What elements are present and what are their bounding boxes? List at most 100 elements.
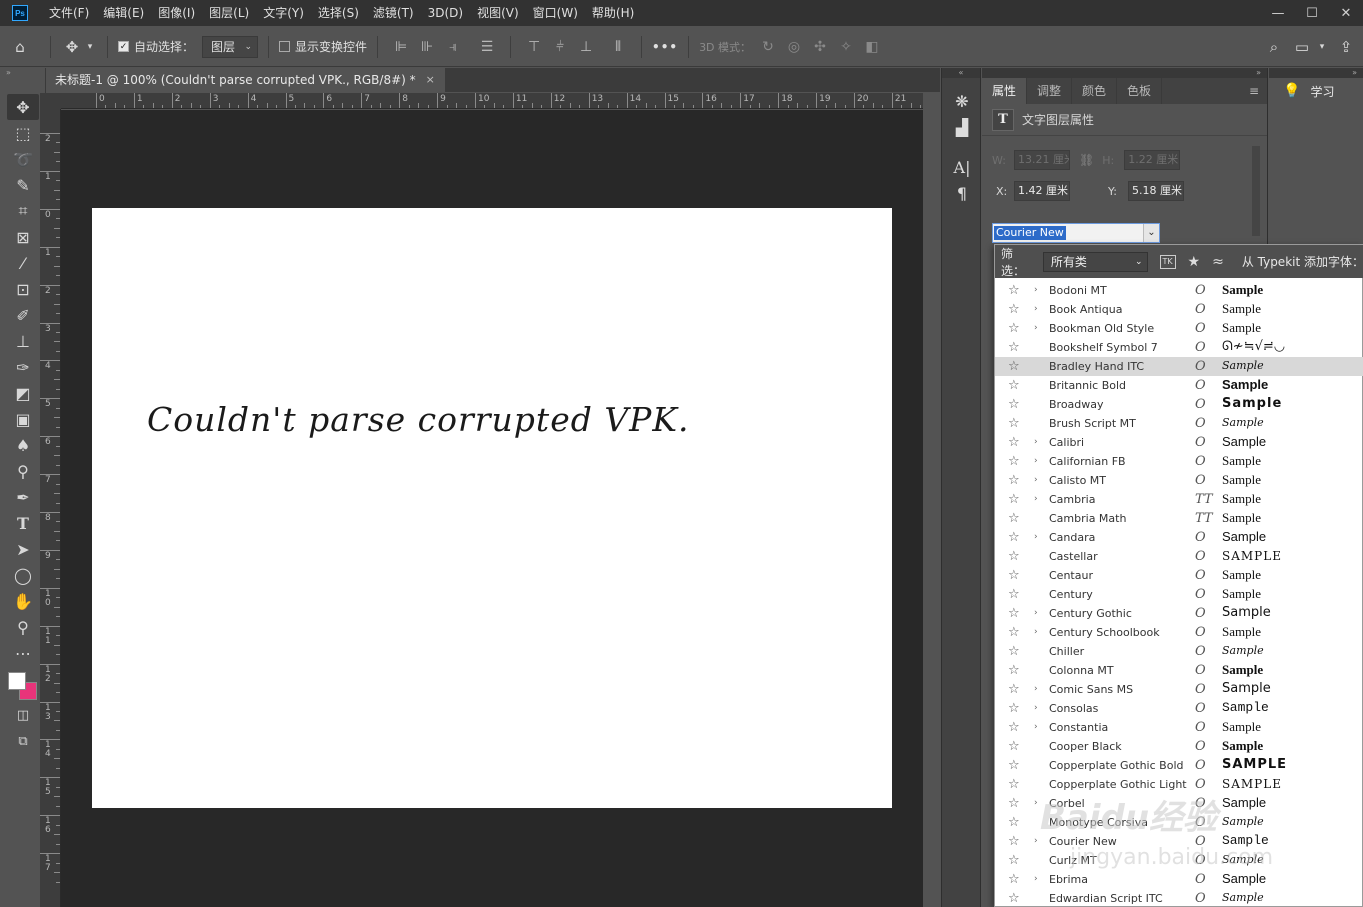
- collapse-icon[interactable]: »: [982, 68, 1267, 78]
- stamp-tool-icon[interactable]: ⊥: [7, 328, 39, 354]
- favorite-star-icon[interactable]: ☆: [1008, 302, 1020, 317]
- font-list-item[interactable]: ☆ › Ebrima O Sample: [995, 870, 1363, 889]
- favorite-star-icon[interactable]: ☆: [1008, 663, 1020, 678]
- font-list-item[interactable]: ☆ › Century Schoolbook O Sample: [995, 623, 1363, 642]
- favorite-star-icon[interactable]: ☆: [1008, 511, 1020, 526]
- favorite-star-icon[interactable]: ☆: [1008, 587, 1020, 602]
- menu-item-0[interactable]: 文件(F): [42, 0, 96, 26]
- history-brush-tool-icon[interactable]: ✑: [7, 354, 39, 380]
- auto-select-checkbox[interactable]: ✓ 自动选择：: [118, 38, 194, 55]
- learn-header[interactable]: 💡 学习: [1269, 78, 1363, 104]
- align-right-icon[interactable]: ⫣: [442, 36, 464, 58]
- tab-color[interactable]: 颜色: [1072, 78, 1118, 104]
- font-list-item[interactable]: ☆ › Bodoni MT O Sample: [995, 281, 1363, 300]
- document-tab[interactable]: 未标题-1 @ 100% (Couldn't parse corrupted V…: [47, 68, 445, 92]
- font-class-filter[interactable]: 所有类 ⌄: [1042, 251, 1148, 272]
- eraser-tool-icon[interactable]: ◩: [7, 380, 39, 406]
- align-top-icon[interactable]: ⊤: [523, 36, 545, 58]
- type-tool-icon[interactable]: T: [7, 510, 39, 536]
- font-list-item[interactable]: ☆ › Comic Sans MS O Sample: [995, 680, 1363, 699]
- menu-item-10[interactable]: 帮助(H): [585, 0, 641, 26]
- width-field[interactable]: 13.21 厘米: [1014, 150, 1070, 170]
- chevron-right-icon[interactable]: ›: [1034, 455, 1038, 468]
- favorite-star-icon[interactable]: ☆: [1008, 435, 1020, 450]
- ellipse-tool-icon[interactable]: ◯: [7, 562, 39, 588]
- maximize-button[interactable]: ☐: [1295, 0, 1329, 26]
- font-list-item[interactable]: ☆ › Bookman Old Style O Sample: [995, 319, 1363, 338]
- font-list-item[interactable]: ☆ Bradley Hand ITC O Sample: [995, 357, 1363, 376]
- favorite-star-icon[interactable]: ☆: [1008, 492, 1020, 507]
- favorite-star-icon[interactable]: ☆: [1008, 758, 1020, 773]
- collapse-icon[interactable]: »: [1269, 68, 1363, 78]
- favorite-star-icon[interactable]: ☆: [1008, 682, 1020, 697]
- favorite-star-icon[interactable]: ☆: [1008, 606, 1020, 621]
- chevron-right-icon[interactable]: ›: [1034, 436, 1038, 449]
- font-list-item[interactable]: ☆ Copperplate Gothic Bold O SAMPLE: [995, 756, 1363, 775]
- path-selection-tool-icon[interactable]: ➤: [7, 536, 39, 562]
- favorite-star-icon[interactable]: ☆: [1008, 454, 1020, 469]
- font-list-item[interactable]: ☆ Monotype Corsiva O Sample: [995, 813, 1363, 832]
- favorite-star-icon[interactable]: ☆: [1008, 283, 1020, 298]
- show-transform-checkbox[interactable]: 显示变换控件: [279, 38, 367, 55]
- favorite-star-icon[interactable]: ☆: [1008, 340, 1020, 355]
- brush-tool-icon[interactable]: ✐: [7, 302, 39, 328]
- font-list-item[interactable]: ☆ Edwardian Script ITC O Sample: [995, 889, 1363, 907]
- favorite-star-icon[interactable]: ☆: [1008, 416, 1020, 431]
- patch-tool-icon[interactable]: ⊡: [7, 276, 39, 302]
- move-tool-icon[interactable]: ✥: [7, 94, 39, 120]
- menu-item-1[interactable]: 编辑(E): [96, 0, 151, 26]
- font-list-item[interactable]: ☆ › Calibri O Sample: [995, 433, 1363, 452]
- favorite-star-icon[interactable]: ☆: [1008, 530, 1020, 545]
- quick-selection-tool-icon[interactable]: ✎: [7, 172, 39, 198]
- font-list-item[interactable]: ☆ Brush Script MT O Sample: [995, 414, 1363, 433]
- canvas-text-layer[interactable]: Couldn't parse corrupted VPK.: [147, 400, 690, 439]
- close-window-button[interactable]: ✕: [1329, 0, 1363, 26]
- properties-scrollbar[interactable]: [1252, 146, 1260, 236]
- font-list-item[interactable]: ☆ › Constantia O Sample: [995, 718, 1363, 737]
- font-list-item[interactable]: ☆ Bookshelf Symbol 7 O ᘏ≁≒√≓◡: [995, 338, 1363, 357]
- font-list-item[interactable]: ☆ › Century Gothic O Sample: [995, 604, 1363, 623]
- foreground-color-swatch[interactable]: [8, 672, 26, 690]
- menu-item-6[interactable]: 滤镜(T): [366, 0, 421, 26]
- histogram-icon[interactable]: ▟: [942, 114, 982, 140]
- crop-tool-icon[interactable]: ⌗: [7, 198, 39, 224]
- tab-swatches[interactable]: 色板: [1117, 78, 1163, 104]
- height-field[interactable]: 1.22 厘米: [1124, 150, 1181, 170]
- chevron-right-icon[interactable]: ›: [1034, 284, 1038, 297]
- favorite-star-icon[interactable]: ☆: [1008, 644, 1020, 659]
- chevron-right-icon[interactable]: ›: [1034, 835, 1038, 848]
- document-canvas[interactable]: Couldn't parse corrupted VPK.: [92, 208, 892, 808]
- link-icon[interactable]: ⛓: [1079, 153, 1094, 167]
- collapse-icon[interactable]: «: [942, 68, 980, 78]
- align-vertical-center-icon[interactable]: ⫩: [549, 36, 571, 58]
- chevron-right-icon[interactable]: ›: [1034, 626, 1038, 639]
- distribute-icon[interactable]: ☰: [476, 36, 498, 58]
- font-list-item[interactable]: ☆ Broadway O Sample: [995, 395, 1363, 414]
- align-bottom-icon[interactable]: ⊥: [575, 36, 597, 58]
- auto-select-target-dropdown[interactable]: 图层 ⌄: [202, 35, 259, 58]
- favorite-star-icon[interactable]: ☆: [1008, 891, 1020, 906]
- chevron-right-icon[interactable]: ›: [1034, 873, 1038, 886]
- align-left-icon[interactable]: ⊫: [390, 36, 412, 58]
- menu-item-9[interactable]: 窗口(W): [526, 0, 585, 26]
- tab-adjustments[interactable]: 调整: [1027, 78, 1073, 104]
- typekit-add-fonts-label[interactable]: 从 Typekit 添加字体：: [1242, 253, 1363, 270]
- checkbox-unchecked-icon[interactable]: [279, 41, 291, 52]
- chevron-right-icon[interactable]: ›: [1034, 322, 1038, 335]
- font-family-input[interactable]: Courier New ⌄: [992, 223, 1160, 243]
- font-list-item[interactable]: ☆ Castellar O SAMPLE: [995, 547, 1363, 566]
- x-field[interactable]: 1.42 厘米: [1014, 181, 1070, 201]
- blur-tool-icon[interactable]: ♠: [7, 432, 39, 458]
- minimize-button[interactable]: —: [1261, 0, 1295, 26]
- collapse-icon[interactable]: »: [0, 68, 45, 78]
- menu-item-2[interactable]: 图像(I): [151, 0, 202, 26]
- chevron-right-icon[interactable]: ›: [1034, 683, 1038, 696]
- font-list-item[interactable]: ☆ Curlz MT O Sample: [995, 851, 1363, 870]
- 3d-panel-icon[interactable]: ❋: [942, 88, 982, 114]
- favorite-star-icon[interactable]: ☆: [1008, 796, 1020, 811]
- hand-tool-icon[interactable]: ✋: [7, 588, 39, 614]
- favorite-star-icon[interactable]: ☆: [1008, 739, 1020, 754]
- eyedropper-tool-icon[interactable]: ⁄: [7, 250, 39, 276]
- favorite-star-icon[interactable]: ☆: [1008, 777, 1020, 792]
- lasso-tool-icon[interactable]: ➰: [7, 146, 39, 172]
